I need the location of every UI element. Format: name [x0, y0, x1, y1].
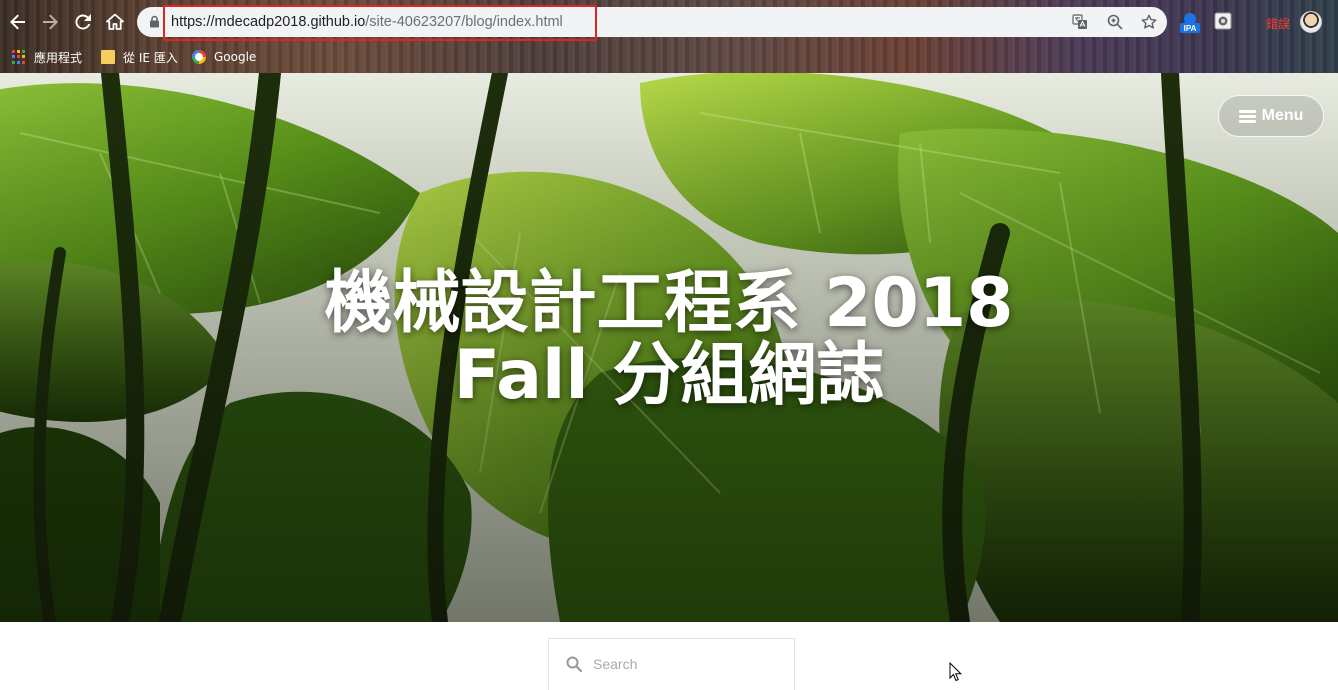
- apps-icon: [12, 50, 26, 64]
- arrow-left-icon: [10, 14, 25, 30]
- star-icon[interactable]: [1141, 14, 1157, 30]
- avatar: [1300, 11, 1322, 33]
- hamburger-icon: [1238, 109, 1256, 123]
- search-input[interactable]: [593, 653, 783, 675]
- forward-button[interactable]: [39, 11, 61, 33]
- bookmark-label: Google: [214, 50, 257, 64]
- bookmark-apps[interactable]: 應用程式: [12, 47, 82, 67]
- menu-button[interactable]: Menu: [1218, 95, 1324, 137]
- browser-chrome: https://mdecadp2018.github.io/site-40623…: [0, 0, 1338, 73]
- url-highlight-annotation: [163, 5, 597, 41]
- folder-icon: [101, 50, 115, 64]
- site-title: 機械設計工程系 2018 Fall 分組網誌: [0, 268, 1338, 412]
- lock-icon[interactable]: [149, 15, 160, 28]
- google-icon: [192, 50, 206, 64]
- site-title-line-2: Fall 分組網誌: [453, 336, 885, 415]
- home-icon: [106, 13, 124, 30]
- reload-button[interactable]: [72, 11, 94, 33]
- bookmark-google[interactable]: Google: [192, 47, 256, 67]
- profile-button[interactable]: 錯誤: [1256, 11, 1324, 35]
- arrow-right-icon: [43, 14, 58, 30]
- search-box[interactable]: [548, 638, 795, 690]
- hero-banner: Menu 機械設計工程系 2018 Fall 分組網誌: [0, 73, 1338, 622]
- search-icon: [566, 656, 582, 672]
- home-button[interactable]: [104, 11, 126, 33]
- bookmarks-bar: 應用程式 從 IE 匯入 Google: [0, 44, 1338, 70]
- translate-icon[interactable]: [1072, 14, 1088, 30]
- bookmark-label: 應用程式: [34, 50, 83, 65]
- ipa-label: IPA: [1184, 24, 1197, 33]
- browser-toolbar: https://mdecadp2018.github.io/site-40623…: [0, 0, 1338, 44]
- zoom-icon[interactable]: [1107, 14, 1123, 30]
- ipa-extension-icon[interactable]: IPA: [1180, 12, 1200, 33]
- screenshot-extension-icon[interactable]: [1214, 12, 1234, 32]
- bookmark-ie-import[interactable]: 從 IE 匯入: [101, 47, 178, 67]
- reload-icon: [75, 14, 91, 30]
- bookmark-label: 從 IE 匯入: [123, 50, 178, 65]
- back-button[interactable]: [7, 11, 29, 33]
- menu-label: Menu: [1261, 107, 1304, 124]
- profile-error-label: 錯誤: [1266, 16, 1291, 31]
- site-title-line-1: 機械設計工程系 2018: [324, 264, 1014, 343]
- mouse-pointer-icon: [949, 662, 963, 682]
